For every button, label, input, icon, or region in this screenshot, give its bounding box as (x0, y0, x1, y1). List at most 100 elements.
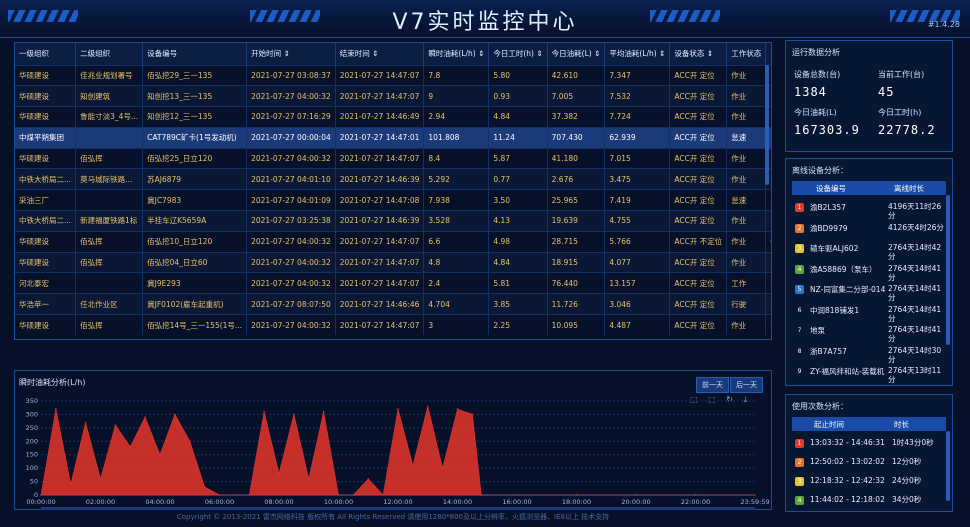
list-item[interactable]: 4 渝A58869（泵车） 2764天14时41分 (792, 261, 946, 282)
offline-scrollbar[interactable] (946, 195, 950, 345)
x-tick-label: 22:00:00 (681, 498, 710, 506)
table-cell: 作业 (726, 147, 767, 169)
fuel-series-area (40, 406, 755, 496)
fuel-data-point (753, 494, 756, 496)
list-item[interactable]: 2 渝BD9979 4126天4时26分 (792, 220, 946, 241)
table-cell: 4.704 (423, 293, 490, 315)
table-row[interactable]: 华硕建设 佰弘挥 佰弘挖25_日立120 2021-07-27 04:00:32 202… (15, 147, 771, 169)
table-header-row: 一级组织 二级组织 设备编号 开始时间 ⇕ 结束时间 ⇕ 瞬时油耗(L/h) ⇕ 今日工时(… (15, 43, 771, 65)
table-cell: ACC开 定位 (669, 147, 728, 169)
table-row[interactable]: 河北泰宏 冀J9E293 2021-07-27 04:00:32 2021-07-27… (15, 272, 771, 294)
chart-zoom-slider[interactable] (41, 507, 755, 510)
table-cell: 2021-07-27 14:46:39 (335, 168, 425, 190)
list-item[interactable]: 4 11:44:02 - 12:18:02 34分0秒 (792, 492, 946, 511)
column-header[interactable]: 一级组织 (15, 43, 77, 65)
usage-col-range: 起止时间 (814, 420, 844, 429)
table-cell: 2021-07-27 14:47:07 (335, 272, 425, 294)
column-header[interactable]: 星数 (765, 43, 771, 65)
column-header[interactable]: 二级组织 (75, 43, 144, 65)
table-cell: 4.487 (604, 314, 671, 336)
fuel-value: 167303.9 (794, 123, 860, 137)
table-row[interactable]: 华硕建设 鲁能寸淡3_4号... 知创挖12_三一135 2021-07-27 07:… (15, 106, 771, 128)
column-header[interactable]: 工作状态 (726, 43, 767, 65)
list-item[interactable]: 7 地泵 2764天14时41分 (792, 322, 946, 343)
table-cell: 鲁能寸淡3_4号... (75, 106, 144, 128)
table-row[interactable]: 采油三厂 冀JC7983 2021-07-27 04:01:09 2021-07-27… (15, 189, 771, 211)
table-row[interactable]: 华硕建设 佰弘挥 佰弘挖10_日立120 2021-07-27 04:00:32 202… (15, 230, 771, 253)
fuel-data-point (426, 405, 429, 408)
usage-title: 使用次数分析： (792, 402, 848, 411)
table-cell: 2021-07-27 14:47:01 (335, 126, 425, 149)
table-cell: 华硕建设 (15, 147, 77, 169)
fuel-data-point (114, 424, 117, 426)
list-item[interactable]: 5 NZ-同富集二分部-014 2764天14时41分 (792, 281, 946, 302)
x-tick-label: 00:00:00 (26, 498, 55, 506)
table-cell: 8.4 (423, 147, 490, 169)
table-cell: 半挂车辽K5659A (142, 210, 248, 232)
table-cell: 7.005 (547, 85, 606, 107)
column-header[interactable]: 今日油耗(L) ⇕ (547, 43, 606, 65)
table-cell: 7.347 (604, 64, 671, 86)
rank-badge: 8 (797, 347, 802, 355)
table-cell: 4.077 (604, 251, 671, 273)
fuel-data-point (174, 413, 176, 416)
table-cell: 7.8 (423, 64, 490, 86)
table-cell: 101.808 (423, 126, 490, 149)
table-cell: 6.6 (423, 230, 490, 253)
table-cell: 2021-07-27 14:46:49 (335, 106, 425, 128)
list-item-duration: 12分0秒 (892, 457, 922, 466)
table-row[interactable]: 中铁大桥局二... 新建福厦铁路1标 半挂车辽K5659A 2021-07-27 03… (15, 210, 771, 232)
list-item[interactable]: 8 浙B7A757 2764天14时30分 (792, 343, 946, 364)
list-item[interactable]: 2 12:50:02 - 13:02:02 12分0秒 (792, 454, 946, 473)
fuel-data-point (635, 494, 637, 496)
table-cell (75, 272, 144, 294)
table-cell: 13.157 (604, 272, 671, 294)
device-table: 一级组织 二级组织 设备编号 开始时间 ⇕ 结束时间 ⇕ 瞬时油耗(L/h) ⇕ 今日工时(… (14, 42, 772, 340)
table-cell: 7.724 (604, 106, 671, 128)
fuel-data-point (694, 494, 697, 496)
table-cell: 4.98 (488, 230, 548, 253)
column-header[interactable]: 设备编号 (142, 43, 248, 65)
fuel-label: 今日油耗(L) (794, 108, 837, 117)
x-tick-label: 18:00:00 (562, 498, 591, 506)
column-header[interactable]: 结束时间 ⇕ (335, 43, 425, 65)
column-header[interactable]: 瞬时油耗(L/h) ⇕ (423, 43, 490, 65)
list-item-duration: 1时43分0秒 (892, 438, 934, 447)
list-item-name: 渝B2L357 (810, 203, 846, 212)
table-cell: 河北泰宏 (15, 272, 77, 294)
list-item[interactable]: 3 辕车驱ALJ602 2764天14时42分 (792, 240, 946, 261)
usage-scrollbar[interactable] (946, 431, 950, 501)
list-item[interactable]: 3 12:18:32 - 12:42:32 24分0秒 (792, 473, 946, 492)
table-row[interactable]: 华浩苹一 任北作业区 冀JF0102(雇车起重机) 2021-07-27 08:07:… (15, 293, 771, 315)
table-cell: 2021-07-27 14:47:07 (335, 314, 425, 336)
table-cell: 作业 (726, 251, 767, 273)
column-header[interactable]: 设备状态 ⇕ (669, 43, 728, 65)
column-header[interactable]: 平均油耗(L/h) ⇕ (604, 43, 671, 65)
column-header[interactable]: 今日工时(h) ⇕ (488, 43, 548, 65)
y-tick-label: 150 (26, 451, 38, 459)
table-row[interactable]: 华硕建设 佳兆业规划署号 佰弘挖29_三一135 2021-07-27 03:08:3… (15, 64, 771, 86)
list-item-duration: 2764天13时11分 (888, 366, 942, 384)
table-row[interactable]: 华硕建设 知创建筑 知创挖13_三一135 2021-07-27 04:00:32 20… (15, 85, 771, 107)
table-row[interactable]: 中铁大桥局二... 莫马城际铁路... 苏AJ6879 2021-07-27 04:0… (15, 168, 771, 190)
table-cell: 7.938 (423, 189, 490, 211)
table-row[interactable]: 华硕建设 佰弘挥 佰弘挖04_日立60 2021-07-27 04:00:32 2021… (15, 251, 771, 273)
fuel-data-point (382, 494, 384, 496)
list-item[interactable]: 6 中润818铺发1 2764天14时41分 (792, 302, 946, 323)
list-item[interactable]: 1 渝B2L357 4196天11时26分 (792, 199, 946, 220)
column-header[interactable]: 开始时间 ⇕ (246, 43, 336, 65)
table-cell: 2021-07-27 04:00:32 (246, 85, 336, 107)
fuel-data-point (307, 478, 310, 480)
table-row[interactable]: 华硕建设 佰弘挥 佰弘挖14号_三一155(1号... 2021-07-27 04:0… (15, 314, 771, 336)
list-item-duration: 34分0秒 (892, 495, 922, 504)
list-item-name: 13:03:32 - 14:46:31 (810, 438, 885, 447)
table-cell: 2021-07-27 03:08:37 (246, 64, 336, 86)
device-total-value: 1384 (794, 85, 827, 99)
table-cell: 2021-07-27 04:00:32 (246, 147, 336, 169)
list-item[interactable]: 9 ZY-福风拌和站-装载机 2764天13时11分 (792, 363, 946, 384)
list-item[interactable]: 1 13:03:32 - 14:46:31 1时43分0秒 (792, 435, 946, 454)
table-row[interactable]: 中煤平朔集团 CAT789C矿卡(1号发动机) 2021-07-27 00:00:0… (15, 126, 771, 149)
table-cell: 2.94 (423, 106, 490, 128)
table-cell: 3.50 (488, 189, 548, 211)
table-scrollbar[interactable] (765, 65, 769, 185)
